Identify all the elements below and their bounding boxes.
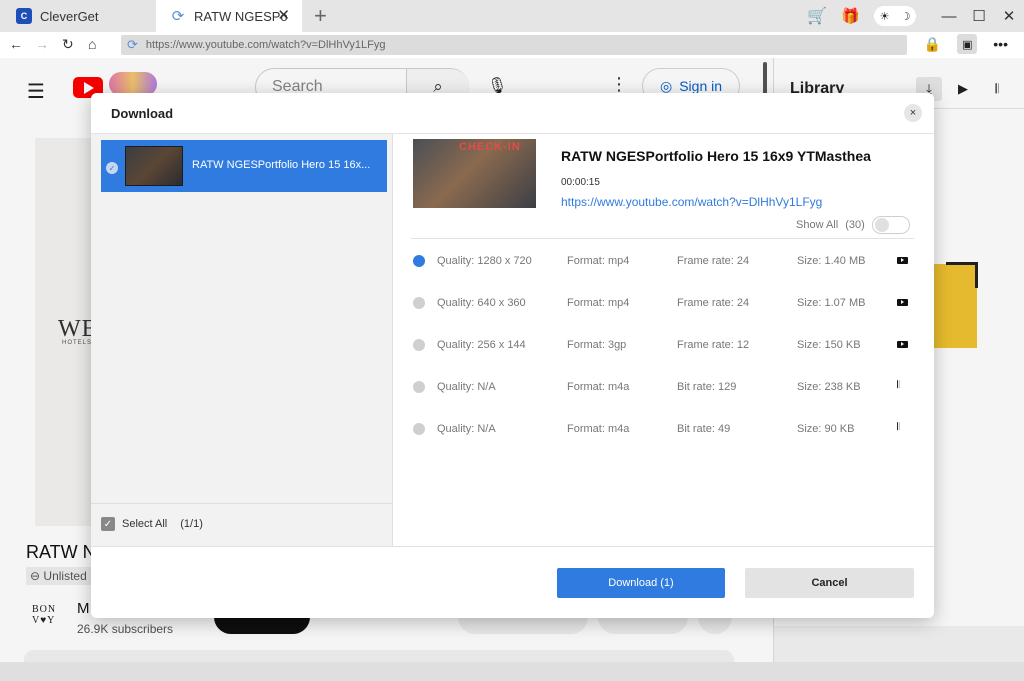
quality-row[interactable]: Quality: 1280 x 720 Format: mp4 Frame ra… <box>411 240 914 282</box>
video-url-link[interactable]: https://www.youtube.com/watch?v=DlHhVy1L… <box>561 195 822 209</box>
quality-value: Quality: N/A <box>437 381 496 393</box>
size-value: Size: 150 KB <box>797 339 861 351</box>
divider <box>411 238 914 239</box>
quality-value: Quality: 256 x 144 <box>437 339 526 351</box>
video-icon <box>897 341 908 348</box>
close-icon[interactable]: × <box>904 104 922 122</box>
select-all-label: Select All <box>122 518 168 530</box>
download-dialog: Download × ✓ RATW NGESPortfolio Hero 15 … <box>91 93 934 618</box>
size-value: Size: 1.40 MB <box>797 255 866 267</box>
size-value: Size: 90 KB <box>797 423 855 435</box>
minimize-icon[interactable]: — <box>934 8 964 25</box>
dialog-header: Download × <box>91 93 934 134</box>
radio-unselected[interactable] <box>413 339 425 351</box>
maximize-icon[interactable]: ☐ <box>964 7 994 25</box>
address-actions: 🔒 ▣ ••• <box>924 34 1008 54</box>
rate-value: Bit rate: 129 <box>677 381 737 393</box>
radio-selected[interactable] <box>413 255 425 267</box>
quality-value: Quality: 1280 x 720 <box>437 255 532 267</box>
list-item[interactable]: ✓ RATW NGESPortfolio Hero 15 16x... <box>101 140 387 192</box>
quality-row[interactable]: Quality: N/A Format: m4a Bit rate: 49 Si… <box>411 408 914 450</box>
radio-unselected[interactable] <box>413 423 425 435</box>
video-detail-pane: CHECK-IN RATW NGESPortfolio Hero 15 16x9… <box>393 134 934 546</box>
window-controls: 🛒 🎁 ☀ ☽ — ☐ ✕ <box>807 0 1024 32</box>
tab-video[interactable]: ⟳ RATW NGESPo ✕ <box>156 0 302 32</box>
quality-row[interactable]: Quality: 256 x 144 Format: 3gp Frame rat… <box>411 324 914 366</box>
format-value: Format: m4a <box>567 381 630 393</box>
tab-cleverget[interactable]: C CleverGet <box>0 0 154 32</box>
theme-toggle[interactable]: ☀ ☽ <box>874 6 916 26</box>
quality-list: Quality: 1280 x 720 Format: mp4 Frame ra… <box>411 240 914 450</box>
dialog-title: Download <box>111 106 174 121</box>
refresh-icon: ⟳ <box>171 8 185 25</box>
url-refresh-icon: ⟳ <box>127 37 138 52</box>
audio-icon: 𝄃 <box>897 422 900 433</box>
show-all-toggle-row: Show All (30) <box>796 216 910 234</box>
video-icon <box>897 299 908 306</box>
rate-value: Bit rate: 49 <box>677 423 731 435</box>
item-thumbnail <box>125 146 183 186</box>
select-all-checkbox[interactable]: ✓ Select All (1/1) <box>101 517 203 531</box>
reload-icon[interactable]: ↻ <box>62 36 74 53</box>
size-value: Size: 238 KB <box>797 381 861 393</box>
home-icon[interactable]: ⌂ <box>88 36 96 52</box>
close-window-icon[interactable]: ✕ <box>994 7 1024 25</box>
url-text: https://www.youtube.com/watch?v=DlHhVy1L… <box>145 39 386 51</box>
new-tab-icon[interactable]: + <box>314 3 327 29</box>
audio-icon: 𝄃 <box>897 380 900 391</box>
show-all-label: Show All <box>796 219 839 231</box>
moon-icon: ☽ <box>900 10 911 23</box>
checkbox-icon: ✓ <box>101 517 115 531</box>
quality-value: Quality: N/A <box>437 423 496 435</box>
check-icon[interactable]: ✓ <box>106 162 118 174</box>
back-icon[interactable]: ← <box>9 36 23 52</box>
rate-value: Frame rate: 24 <box>677 297 750 309</box>
cart-icon[interactable]: 🛒 <box>807 6 827 26</box>
forward-icon[interactable]: → <box>35 36 49 52</box>
close-tab-icon[interactable]: ✕ <box>277 6 290 24</box>
format-value: Format: m4a <box>567 423 630 435</box>
divider <box>91 503 393 504</box>
video-duration: 00:00:15 <box>561 177 600 188</box>
record-icon[interactable]: ▣ <box>957 34 978 54</box>
quality-row[interactable]: Quality: 640 x 360 Format: mp4 Frame rat… <box>411 282 914 324</box>
gift-icon[interactable]: 🎁 <box>841 7 860 25</box>
radio-unselected[interactable] <box>413 381 425 393</box>
item-label: RATW NGESPortfolio Hero 15 16x... <box>192 159 371 171</box>
tab-bar: C CleverGet ⟳ RATW NGESPo ✕ + 🛒 🎁 ☀ ☽ — … <box>0 0 1024 32</box>
video-detail-title: RATW NGESPortfolio Hero 15 16x9 YTMasthe… <box>561 148 871 164</box>
video-thumbnail: CHECK-IN <box>413 139 536 208</box>
dialog-footer: Download (1) Cancel <box>91 546 934 618</box>
cancel-button[interactable]: Cancel <box>745 568 914 598</box>
address-bar: ← → ↻ ⌂ ⟳ https://www.youtube.com/watch?… <box>0 32 1024 58</box>
tab-label: RATW NGESPo <box>194 8 288 24</box>
more-icon[interactable]: ••• <box>993 36 1008 52</box>
cleverget-logo-icon: C <box>16 8 32 24</box>
tab-label: CleverGet <box>40 8 99 24</box>
show-all-toggle[interactable] <box>871 216 910 234</box>
format-value: Format: mp4 <box>567 255 630 267</box>
video-list-pane: ✓ RATW NGESPortfolio Hero 15 16x... ✓ Se… <box>91 134 393 546</box>
lock-icon[interactable]: 🔒 <box>924 36 941 53</box>
radio-unselected[interactable] <box>413 297 425 309</box>
download-button[interactable]: Download (1) <box>557 568 725 598</box>
show-all-count: (30) <box>845 219 865 231</box>
sun-icon: ☀ <box>879 10 890 23</box>
rate-value: Frame rate: 24 <box>677 255 750 267</box>
quality-value: Quality: 640 x 360 <box>437 297 526 309</box>
rate-value: Frame rate: 12 <box>677 339 750 351</box>
format-value: Format: mp4 <box>567 297 630 309</box>
video-icon <box>897 257 908 264</box>
size-value: Size: 1.07 MB <box>797 297 866 309</box>
url-field[interactable]: ⟳ https://www.youtube.com/watch?v=DlHhVy… <box>121 35 907 55</box>
quality-row[interactable]: Quality: N/A Format: m4a Bit rate: 129 S… <box>411 366 914 408</box>
format-value: Format: 3gp <box>567 339 627 351</box>
thumbnail-sign-text: CHECK-IN <box>459 141 521 153</box>
select-all-count: (1/1) <box>180 518 203 530</box>
